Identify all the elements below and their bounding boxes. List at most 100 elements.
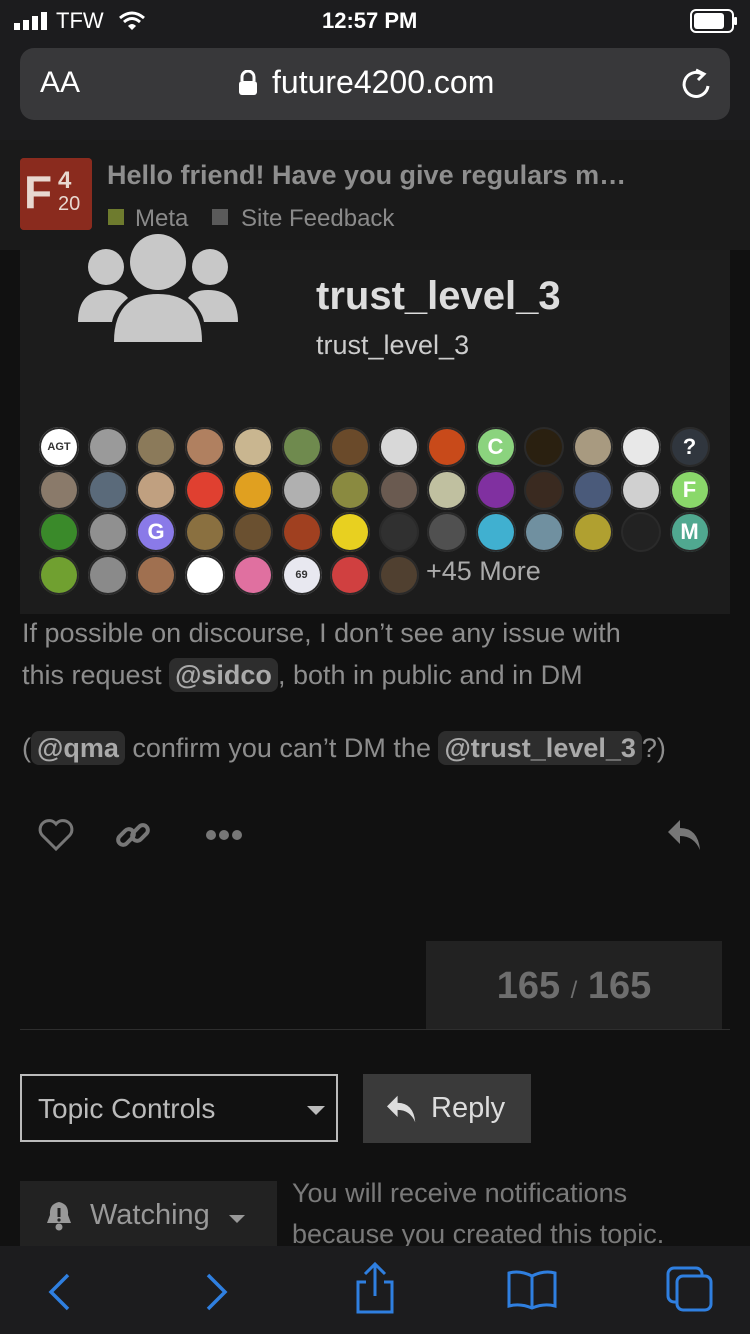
member-avatar[interactable] bbox=[621, 512, 661, 552]
like-icon[interactable] bbox=[38, 818, 74, 852]
topic-controls-select[interactable]: Topic Controls bbox=[20, 1074, 338, 1142]
reply-icon[interactable] bbox=[666, 818, 704, 852]
reply-button[interactable]: Reply bbox=[363, 1074, 531, 1143]
member-avatar[interactable] bbox=[572, 469, 613, 510]
member-avatar[interactable] bbox=[427, 512, 467, 552]
mention-trust-level-3[interactable]: @trust_level_3 bbox=[438, 731, 642, 765]
progress-total: 165 bbox=[587, 965, 652, 1007]
member-avatar[interactable] bbox=[39, 554, 79, 595]
address-bar[interactable]: AA future4200.com bbox=[20, 48, 730, 120]
tabs-icon[interactable] bbox=[666, 1266, 714, 1312]
member-avatar[interactable] bbox=[621, 469, 661, 510]
chevron-down-icon bbox=[306, 1104, 326, 1116]
mention-qma[interactable]: @qma bbox=[31, 731, 125, 765]
member-avatar[interactable] bbox=[233, 427, 273, 467]
member-avatar[interactable]: AGT bbox=[39, 427, 79, 467]
text-size-button[interactable]: AA bbox=[40, 66, 80, 100]
notifications-button[interactable]: Watching bbox=[20, 1181, 277, 1251]
member-avatar[interactable] bbox=[378, 512, 419, 552]
clock: 12:57 PM bbox=[322, 8, 418, 33]
member-avatar[interactable] bbox=[39, 512, 79, 552]
member-avatar[interactable] bbox=[281, 512, 322, 552]
share-icon[interactable] bbox=[354, 1261, 396, 1314]
member-avatar[interactable]: C bbox=[475, 427, 516, 467]
member-avatar[interactable] bbox=[184, 554, 225, 595]
url-text[interactable]: future4200.com bbox=[272, 64, 494, 101]
member-avatar[interactable] bbox=[184, 427, 225, 467]
reload-icon[interactable] bbox=[680, 68, 712, 102]
topic-progress[interactable]: 165 / 165 bbox=[426, 941, 722, 1029]
member-avatar[interactable] bbox=[475, 512, 516, 552]
member-avatar[interactable]: 69 bbox=[281, 554, 322, 595]
subcategory-link[interactable]: Site Feedback bbox=[241, 205, 394, 233]
member-avatar[interactable] bbox=[184, 512, 225, 552]
divider bbox=[20, 1029, 730, 1030]
member-avatar[interactable] bbox=[330, 427, 370, 467]
member-avatar[interactable] bbox=[87, 427, 128, 467]
mention-sidco[interactable]: @sidco bbox=[169, 658, 278, 692]
member-avatar[interactable] bbox=[136, 554, 176, 595]
more-actions-icon[interactable] bbox=[206, 828, 242, 840]
member-avatar[interactable] bbox=[621, 427, 661, 467]
member-avatar[interactable] bbox=[378, 469, 419, 510]
member-avatar[interactable] bbox=[233, 512, 273, 552]
svg-text:20: 20 bbox=[58, 193, 80, 215]
progress-current: 165 bbox=[496, 965, 561, 1007]
post-text: confirm you can’t DM the bbox=[124, 733, 439, 763]
member-avatar[interactable] bbox=[524, 427, 564, 467]
post-line-2: this request @sidco, both in public and … bbox=[22, 654, 583, 696]
forward-icon[interactable] bbox=[204, 1272, 230, 1312]
member-avatar[interactable] bbox=[136, 427, 176, 467]
lock-icon bbox=[238, 69, 258, 96]
member-avatar[interactable] bbox=[330, 554, 370, 595]
link-icon[interactable] bbox=[114, 816, 152, 854]
carrier-label: TFW bbox=[56, 8, 104, 33]
bookmarks-icon[interactable] bbox=[506, 1268, 558, 1310]
member-avatar[interactable] bbox=[233, 554, 273, 595]
member-avatar[interactable] bbox=[427, 469, 467, 510]
post-text: this request bbox=[22, 660, 170, 690]
topic-controls-label: Topic Controls bbox=[38, 1093, 216, 1124]
member-avatar[interactable] bbox=[572, 427, 613, 467]
member-avatar[interactable] bbox=[378, 554, 419, 595]
category-badge-color bbox=[108, 209, 124, 225]
member-avatar[interactable] bbox=[39, 469, 79, 510]
back-icon[interactable] bbox=[46, 1272, 72, 1312]
member-avatar[interactable] bbox=[233, 469, 273, 510]
member-avatar[interactable] bbox=[524, 469, 564, 510]
caret-down-icon bbox=[228, 1211, 246, 1223]
bell-exclamation-icon bbox=[46, 1201, 72, 1231]
member-avatar[interactable] bbox=[330, 512, 370, 552]
category-link[interactable]: Meta bbox=[135, 205, 188, 233]
topic-title[interactable]: Hello friend! Have you give regulars m… bbox=[107, 160, 626, 191]
post-text: ?) bbox=[641, 733, 666, 763]
member-avatar[interactable]: ? bbox=[669, 427, 710, 467]
post-text: ( bbox=[22, 733, 31, 763]
member-avatar[interactable] bbox=[524, 512, 564, 552]
member-avatar[interactable] bbox=[330, 469, 370, 510]
reply-label: Reply bbox=[431, 1092, 506, 1124]
more-members-link[interactable]: +45 More bbox=[426, 556, 541, 587]
avatar-letter: G bbox=[147, 519, 165, 544]
member-avatar[interactable] bbox=[136, 469, 176, 510]
status-bar: TFW 12:57 PM bbox=[0, 0, 750, 44]
member-avatar[interactable] bbox=[87, 469, 128, 510]
notification-reason-line-1: You will receive notifications bbox=[292, 1178, 628, 1208]
member-avatar[interactable] bbox=[87, 554, 128, 595]
svg-text:4: 4 bbox=[58, 167, 72, 194]
member-avatar[interactable] bbox=[184, 469, 225, 510]
member-avatar[interactable] bbox=[378, 427, 419, 467]
member-avatar[interactable]: M bbox=[669, 512, 710, 552]
member-avatar[interactable] bbox=[281, 427, 322, 467]
member-avatar[interactable] bbox=[572, 512, 613, 552]
site-logo[interactable]: F 4 20 bbox=[20, 158, 92, 230]
member-avatar[interactable]: F bbox=[669, 469, 710, 510]
member-avatar[interactable] bbox=[281, 469, 322, 510]
avatar-letter: M bbox=[680, 519, 699, 544]
member-avatar[interactable] bbox=[427, 427, 467, 467]
member-avatar[interactable] bbox=[87, 512, 128, 552]
signal-icon bbox=[14, 12, 48, 30]
member-avatar[interactable] bbox=[475, 469, 516, 510]
member-avatar[interactable]: G bbox=[136, 512, 176, 552]
post-text: , both in public and in DM bbox=[277, 660, 583, 690]
